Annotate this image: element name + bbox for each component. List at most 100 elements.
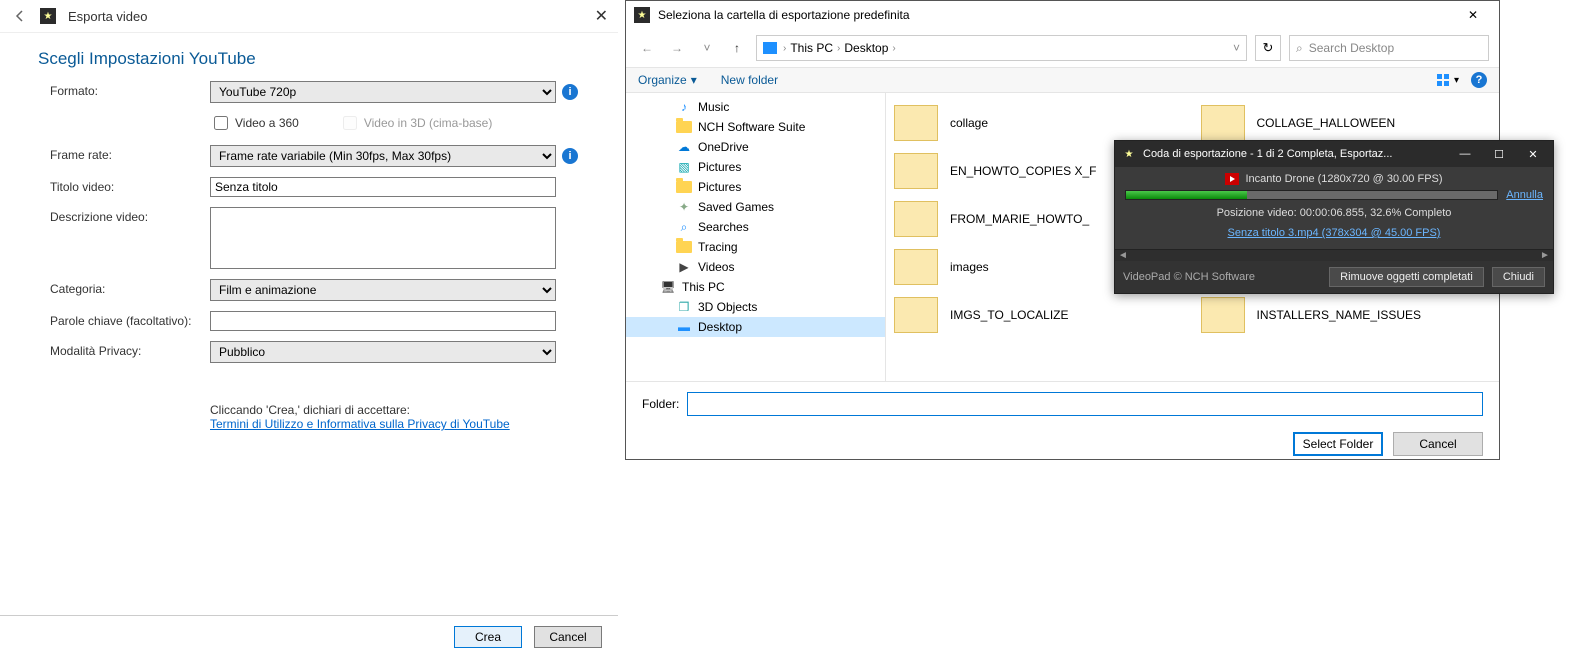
crumb[interactable]: Desktop — [844, 41, 888, 55]
tree-item[interactable]: ⌕Searches — [626, 217, 885, 237]
tree-item[interactable]: 🖥This PC — [626, 277, 885, 297]
refresh-button[interactable]: ↻ — [1255, 35, 1281, 61]
folder-input[interactable] — [687, 392, 1483, 416]
tree-item[interactable]: ▬Desktop — [626, 317, 885, 337]
select-folder-button[interactable]: Select Folder — [1293, 432, 1383, 456]
3d-icon: ❒ — [676, 300, 692, 314]
minimize-icon[interactable]: — — [1451, 145, 1479, 163]
folder-icon — [894, 105, 938, 141]
file-item[interactable]: COLLAGE_HALLOWEEN — [1197, 101, 1496, 145]
accept-text: Cliccando 'Crea,' dichiari di accettare: — [210, 403, 580, 417]
close-button[interactable]: Chiudi — [1492, 267, 1545, 287]
search-input[interactable]: ⌕ Search Desktop — [1289, 35, 1489, 61]
queue-next-link[interactable]: Senza titolo 3.mp4 (378x304 @ 45.00 FPS) — [1125, 227, 1543, 239]
tree-item[interactable]: Tracing — [626, 237, 885, 257]
categoria-select[interactable]: Film e animazione — [210, 279, 556, 301]
file-item[interactable]: collage — [890, 101, 1189, 145]
close-icon[interactable]: ✕ — [1455, 5, 1491, 25]
tree-item[interactable]: ☁OneDrive — [626, 137, 885, 157]
tree-item[interactable]: ▶Videos — [626, 257, 885, 277]
export-queue-window: ★ Coda di esportazione - 1 di 2 Completa… — [1114, 140, 1554, 294]
section-title: Scegli Impostazioni YouTube — [0, 33, 618, 81]
folder-icon — [894, 153, 938, 189]
file-item[interactable]: INSTALLERS_NAME_ISSUES — [1197, 293, 1496, 337]
newfolder-button[interactable]: New folder — [721, 73, 778, 87]
tree-item[interactable]: ✦Saved Games — [626, 197, 885, 217]
brand-text: VideoPad © NCH Software — [1123, 271, 1321, 283]
file-label: COLLAGE_HALLOWEEN — [1257, 116, 1396, 130]
queue-titlebar[interactable]: ★ Coda di esportazione - 1 di 2 Completa… — [1115, 141, 1553, 167]
scroll-left-icon[interactable]: ◄ — [1115, 250, 1131, 261]
tree-item[interactable]: ❒3D Objects — [626, 297, 885, 317]
info-icon[interactable]: i — [562, 84, 578, 100]
search-icon: ⌕ — [676, 220, 692, 234]
folder-icon — [676, 181, 692, 193]
app-icon: ★ — [40, 8, 56, 24]
pc-icon — [763, 42, 777, 54]
help-icon[interactable]: ? — [1471, 72, 1487, 88]
dialog-nav: ← → ˅ ↑ › This PC › Desktop › ˅ ↻ ⌕ Sear… — [626, 29, 1499, 67]
folder-icon — [894, 249, 938, 285]
nav-back-icon[interactable]: ← — [636, 37, 658, 59]
framerate-label: Frame rate: — [50, 145, 210, 162]
queue-footer: VideoPad © NCH Software Rimuove oggetti … — [1115, 261, 1553, 293]
file-label: EN_HOWTO_COPIES X_F — [950, 164, 1096, 178]
formato-select[interactable]: YouTube 720p — [210, 81, 556, 103]
descrizione-textarea[interactable] — [210, 207, 556, 269]
tree-item[interactable]: ▧Pictures — [626, 157, 885, 177]
remove-completed-button[interactable]: Rimuove oggetti completati — [1329, 267, 1484, 287]
app-icon: ★ — [1121, 146, 1137, 162]
chevron-down-icon: ▾ — [691, 73, 697, 87]
view-mode-button[interactable]: ▾ — [1436, 73, 1459, 87]
video360-checkbox[interactable]: Video a 360 — [210, 113, 299, 133]
nav-recent-icon[interactable]: ˅ — [696, 37, 718, 59]
folder-tree[interactable]: ♪MusicNCH Software Suite☁OneDrive▧Pictur… — [626, 93, 886, 381]
folder-icon — [1201, 105, 1245, 141]
search-placeholder: Search Desktop — [1309, 41, 1394, 55]
export-form: Formato: YouTube 720p i Video a 360 Vide… — [0, 81, 618, 431]
cancel-button[interactable]: Cancel — [534, 626, 602, 648]
breadcrumb[interactable]: › This PC › Desktop › ˅ — [756, 35, 1247, 61]
folder-icon — [894, 297, 938, 333]
pictures-icon: ▧ — [676, 160, 692, 174]
categoria-label: Categoria: — [50, 279, 210, 296]
crumb[interactable]: This PC — [790, 41, 833, 55]
folder-icon — [1201, 297, 1245, 333]
tree-item[interactable]: ♪Music — [626, 97, 885, 117]
folder-input-row: Folder: — [626, 381, 1499, 426]
cancel-button[interactable]: Cancel — [1393, 432, 1483, 456]
tree-item[interactable]: Pictures — [626, 177, 885, 197]
desktop-icon: ▬ — [676, 320, 692, 334]
onedrive-icon: ☁ — [676, 140, 692, 154]
pc-icon: 🖥 — [660, 280, 676, 294]
crea-button[interactable]: Crea — [454, 626, 522, 648]
file-label: collage — [950, 116, 988, 130]
file-item[interactable]: IMGS_TO_LOCALIZE — [890, 293, 1189, 337]
maximize-icon[interactable]: ☐ — [1485, 145, 1513, 163]
export-header: ★ Esporta video — [0, 0, 618, 33]
privacy-select[interactable]: Pubblico — [210, 341, 556, 363]
dialog-titlebar: ★ Seleziona la cartella di esportazione … — [626, 1, 1499, 29]
progress-bar — [1125, 190, 1498, 200]
framerate-select[interactable]: Frame rate variabile (Min 30fps, Max 30f… — [210, 145, 556, 167]
chevron-down-icon[interactable]: ˅ — [1233, 41, 1240, 55]
terms-link[interactable]: Termini di Utilizzo e Informativa sulla … — [210, 417, 510, 431]
close-icon[interactable]: ✕ — [589, 6, 614, 26]
organize-menu[interactable]: Organize ▾ — [638, 73, 697, 87]
export-footer: Crea Cancel — [0, 615, 618, 648]
titolo-input[interactable] — [210, 177, 556, 197]
info-icon[interactable]: i — [562, 148, 578, 164]
progress-row: Annulla — [1125, 189, 1543, 201]
tree-item[interactable]: NCH Software Suite — [626, 117, 885, 137]
close-icon[interactable]: ✕ — [1519, 145, 1547, 163]
export-video-panel: ✕ ★ Esporta video Scegli Impostazioni Yo… — [0, 0, 618, 660]
nav-up-icon[interactable]: ↑ — [726, 37, 748, 59]
cancel-link[interactable]: Annulla — [1506, 189, 1543, 201]
videos-icon: ▶ — [676, 260, 692, 274]
folder-icon — [676, 241, 692, 253]
scroll-right-icon[interactable]: ► — [1537, 250, 1553, 261]
parole-input[interactable] — [210, 311, 556, 331]
play-icon — [1225, 173, 1239, 185]
back-arrow-icon[interactable] — [12, 8, 28, 24]
queue-scrollbar[interactable]: ◄ ► — [1115, 249, 1553, 261]
